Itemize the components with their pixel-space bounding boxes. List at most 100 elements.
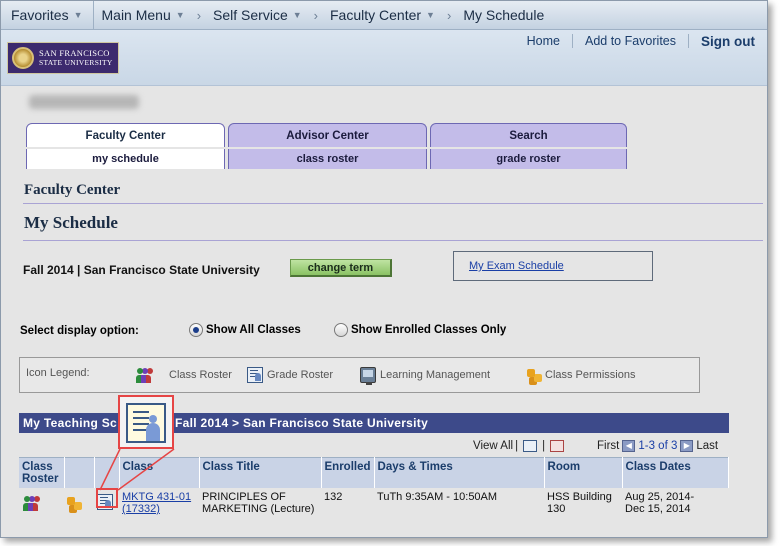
university-seal-icon (12, 47, 34, 69)
col-days-times: Days & Times (374, 457, 545, 488)
col-enrolled: Enrolled (321, 457, 375, 488)
cell-class-title: PRINCIPLES OF MARKETING (Lecture) (199, 488, 321, 528)
teaching-title-right: Fall 2014 > San Francisco State Universi… (175, 416, 429, 430)
tab-search[interactable]: Search (430, 123, 627, 147)
self-service-label: Self Service (213, 7, 288, 23)
change-term-button[interactable]: change term (290, 259, 392, 277)
main-menu[interactable]: Main Menu ▼ (94, 1, 193, 29)
browser-frame: Favorites ▼ Main Menu ▼ › Self Service ▼… (0, 0, 768, 538)
class-title-line-2: MARKETING (Lecture) (202, 503, 315, 515)
first-link[interactable]: First (597, 440, 619, 452)
callout-highlight-box (96, 488, 118, 508)
breadcrumb-self-service[interactable]: Self Service ▼ (205, 1, 310, 29)
class-roster-icon (135, 367, 151, 383)
view-all-link[interactable]: View All (473, 440, 513, 452)
col-class-title: Class Title (199, 457, 322, 488)
cell-room: HSS Building 130 (544, 488, 622, 528)
radio-show-enrolled-label: Show Enrolled Classes Only (351, 324, 507, 336)
add-to-favorites-link[interactable]: Add to Favorites (573, 34, 689, 48)
legend-grade-roster-label: Grade Roster (267, 369, 334, 381)
class-permissions-icon[interactable] (67, 495, 83, 511)
radio-selected-icon[interactable] (189, 323, 203, 337)
chevron-down-icon: ▼ (175, 10, 185, 20)
header-band: San Francisco State University Home Add … (1, 30, 767, 86)
previous-arrow-icon[interactable]: ◀ (622, 440, 636, 452)
cell-class-dates: Aug 25, 2014- Dec 15, 2014 (622, 488, 728, 528)
current-page-label: My Schedule (463, 7, 545, 23)
person-head (149, 415, 157, 423)
logo-text: San Francisco State University (39, 48, 113, 68)
exam-schedule-link[interactable]: My Exam Schedule (469, 260, 564, 272)
legend-learning-management-label: Learning Management (380, 369, 491, 381)
tab-my-schedule[interactable]: my schedule (26, 149, 225, 169)
faculty-center-label: Faculty Center (330, 7, 422, 23)
breadcrumb-separator-icon: › (446, 7, 452, 23)
class-number: (17332) (122, 503, 160, 515)
grid-pagination: First ◀ 1-3 of 3 ▶ Last (597, 440, 718, 452)
section-divider (23, 203, 763, 204)
legend-class-roster-label: Class Roster (169, 369, 232, 381)
class-link[interactable]: MKTG 431-01 (17332) (122, 491, 191, 515)
tab-faculty-center[interactable]: Faculty Center (26, 123, 225, 147)
divider: | (515, 440, 519, 452)
person-body (146, 423, 160, 441)
next-arrow-icon[interactable]: ▶ (680, 440, 694, 452)
col-permissions (64, 457, 95, 488)
sign-out-link[interactable]: Sign out (689, 34, 767, 49)
radio-show-enrolled[interactable]: Show Enrolled Classes Only (334, 323, 506, 337)
secondary-tabs: my schedule class roster grade roster (26, 149, 630, 169)
cell-permissions (64, 488, 94, 528)
primary-tabs: Faculty Center Advisor Center Search (26, 123, 630, 147)
zoom-grid-icon[interactable] (523, 440, 538, 452)
breadcrumb-current: My Schedule (455, 1, 552, 29)
last-link[interactable]: Last (696, 440, 718, 452)
breadcrumb-faculty-center[interactable]: Faculty Center ▼ (322, 1, 443, 29)
radio-show-all-label: Show All Classes (206, 324, 301, 336)
document-lines (133, 411, 149, 413)
title-divider (23, 240, 763, 241)
home-link[interactable]: Home (515, 34, 573, 48)
teaching-title-left: My Teaching Sc (23, 416, 118, 430)
download-grid-icon[interactable] (550, 440, 565, 452)
legend-class-roster: Class Roster (135, 367, 232, 383)
legend-class-permissions: Class Permissions (527, 367, 635, 383)
room-line-2: 130 (547, 503, 566, 515)
favorites-menu[interactable]: Favorites ▼ (1, 1, 94, 29)
page-range: 1-3 of 3 (638, 440, 678, 452)
page-title: My Schedule (24, 213, 118, 232)
term-label: Fall 2014 | San Francisco State Universi… (23, 263, 260, 277)
chevron-down-icon: ▼ (426, 10, 435, 20)
class-roster-icon[interactable] (22, 495, 38, 511)
tab-grade-roster[interactable]: grade roster (430, 149, 627, 169)
col-class-roster: Class Roster (19, 457, 65, 488)
radio-unselected-icon[interactable] (334, 323, 348, 337)
breadcrumb-separator-icon: › (196, 7, 202, 23)
legend-class-permissions-label: Class Permissions (545, 369, 636, 381)
radio-show-all[interactable]: Show All Classes (189, 323, 301, 337)
grid-view-controls: View All | | (473, 440, 567, 452)
teaching-schedule-table: Class Roster Class Class Title Enrolled … (19, 457, 730, 528)
col-room: Room (544, 457, 623, 488)
cell-class: MKTG 431-01 (17332) (119, 488, 199, 528)
header-links: Home Add to Favorites Sign out (515, 30, 767, 52)
legend-label: Icon Legend: (26, 367, 90, 379)
class-permissions-icon (527, 367, 543, 383)
zoom-callout (118, 395, 174, 449)
dates-line-1: Aug 25, 2014- (625, 491, 695, 503)
cell-class-roster (19, 488, 64, 528)
chevron-down-icon: ▼ (292, 10, 302, 20)
main-menu-label: Main Menu (101, 7, 171, 23)
blurred-user-name (29, 95, 139, 109)
col-class-dates: Class Dates (622, 457, 730, 488)
tab-advisor-center[interactable]: Advisor Center (228, 123, 427, 147)
breadcrumb-separator-icon: › (313, 7, 318, 23)
tab-class-roster[interactable]: class roster (228, 149, 427, 169)
grade-roster-icon-zoomed (126, 403, 166, 443)
chevron-down-icon: ▼ (73, 10, 83, 20)
dates-line-2: Dec 15, 2014 (625, 503, 691, 515)
col-class: Class (119, 457, 200, 488)
icon-legend: Icon Legend: Class Roster Grade Roster L… (19, 357, 700, 393)
learning-management-icon (360, 367, 376, 385)
legend-learning-management: Learning Management (360, 367, 491, 385)
university-logo: San Francisco State University (7, 42, 119, 74)
